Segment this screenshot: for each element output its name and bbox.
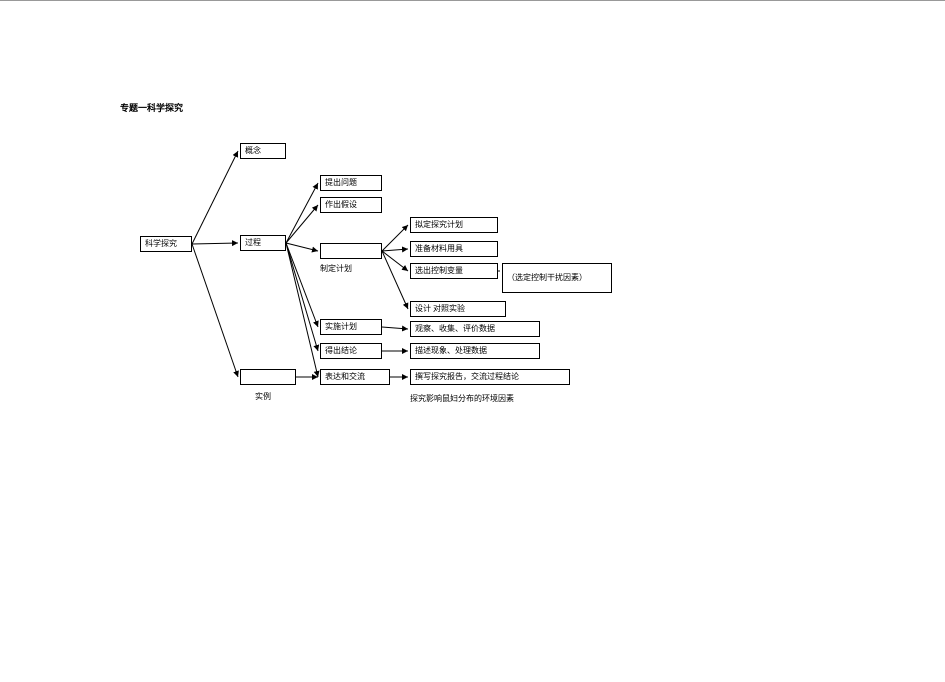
node-p6: 表达和交流 — [320, 369, 390, 385]
node-p2: 作出假设 — [320, 197, 382, 213]
label-example-text: 探究影响鼠妇分布的环境因素 — [410, 393, 514, 404]
node-plan3a: 选出控制变量 — [410, 263, 498, 279]
node-concept: 概念 — [240, 143, 286, 159]
page-title: 专题一科学探究 — [120, 101, 183, 114]
node-p1: 提出问题 — [320, 175, 382, 191]
node-root: 科学探究 — [140, 236, 192, 252]
label-p3: 制定计划 — [320, 263, 352, 274]
node-express — [240, 369, 296, 385]
node-plan4: 设计 对照实验 — [410, 301, 506, 317]
node-plan1: 拟定探究计划 — [410, 217, 498, 233]
node-plan3b: （选定控制干扰因素） — [502, 263, 612, 293]
node-impl: 观察、收集、评价数据 — [410, 321, 540, 337]
label-example: 实例 — [255, 391, 271, 402]
node-plan2: 准备材料用具 — [410, 241, 498, 257]
node-concl: 描述现象、处理数据 — [410, 343, 540, 359]
node-process: 过程 — [240, 235, 286, 251]
node-p3 — [320, 243, 382, 259]
node-express-desc: 撰写探究报告，交流过程结论 — [410, 369, 570, 385]
node-p4: 实施计划 — [320, 319, 382, 335]
diagram-page: 专题一科学探究 科学探究 概念 过程 实例 提出问题 作出假设 制定计划 实施计… — [0, 0, 945, 682]
node-p5: 得出结论 — [320, 343, 382, 359]
